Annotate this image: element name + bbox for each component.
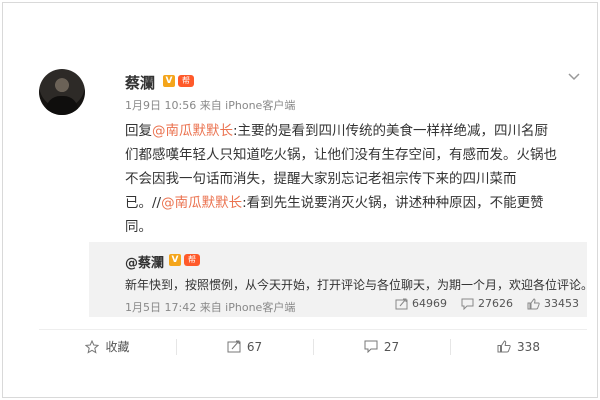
forward-icon	[227, 340, 241, 353]
quoted-meta: 1月5日 17:42 来自 iPhone客户端	[125, 301, 296, 314]
verified-badge-icon: V	[163, 75, 175, 87]
comment-button[interactable]: 27	[313, 330, 450, 363]
weibo-post-card: 蔡瀾 V 帮 1月9日 10:56 来自 iPhone客户端 回复@南瓜默默长:…	[39, 39, 593, 399]
weibo-post-frame: 蔡瀾 V 帮 1月9日 10:56 来自 iPhone客户端 回复@南瓜默默长:…	[2, 2, 598, 398]
forward-button[interactable]: 67	[176, 330, 313, 363]
comment-count: 27	[383, 339, 400, 354]
like-count: 338	[517, 339, 540, 354]
chevron-down-icon[interactable]	[567, 69, 581, 83]
favorite-button[interactable]: 收藏	[39, 330, 176, 363]
member-badge-icon: 帮	[184, 254, 200, 266]
forward-count: 67	[246, 339, 263, 354]
comment-icon	[461, 298, 474, 310]
star-icon	[85, 339, 100, 354]
quoted-actions: 64969 27626 33453	[395, 297, 579, 310]
comment-icon	[364, 340, 378, 353]
username[interactable]: 蔡瀾	[125, 72, 155, 93]
quoted-username[interactable]: @蔡瀾	[125, 252, 164, 271]
quoted-text: 新年快到，按照惯例，从今天开始，打开评论与各位聊天，为期一个月，欢迎各位评论。	[125, 278, 594, 292]
mention-link[interactable]: @南瓜默默长	[161, 195, 242, 211]
thumbs-up-icon	[497, 340, 511, 353]
quoted-forward-count: 64969	[412, 297, 447, 310]
verified-badge-icon: V	[169, 254, 181, 266]
quoted-post[interactable]: @蔡瀾 V 帮 新年快到，按照惯例，从今天开始，打开评论与各位聊天，为期一个月，…	[89, 242, 593, 317]
like-button[interactable]: 338	[450, 330, 587, 363]
thumbs-up-icon	[527, 297, 540, 310]
post-action-bar: 收藏 67 27 338	[39, 329, 587, 363]
quoted-forward[interactable]: 64969	[395, 297, 447, 310]
quoted-like-count: 33453	[544, 297, 579, 310]
forward-icon	[395, 298, 408, 310]
post-text: 回复@南瓜默默长:主要的是看到四川传统的美食一样样绝减，四川名厨们都感嘆年轻人只…	[125, 119, 561, 239]
post-text-reply: 回复	[125, 123, 152, 139]
member-badge-icon: 帮	[178, 75, 194, 87]
mention-link[interactable]: @南瓜默默长	[152, 123, 233, 139]
avatar-figure	[46, 96, 78, 115]
quoted-like[interactable]: 33453	[527, 297, 579, 310]
post-meta: 1月9日 10:56 来自 iPhone客户端	[125, 99, 296, 112]
quoted-comment-count: 27626	[478, 297, 513, 310]
favorite-label: 收藏	[105, 340, 130, 354]
quoted-comment[interactable]: 27626	[461, 297, 513, 310]
avatar[interactable]	[39, 69, 85, 115]
